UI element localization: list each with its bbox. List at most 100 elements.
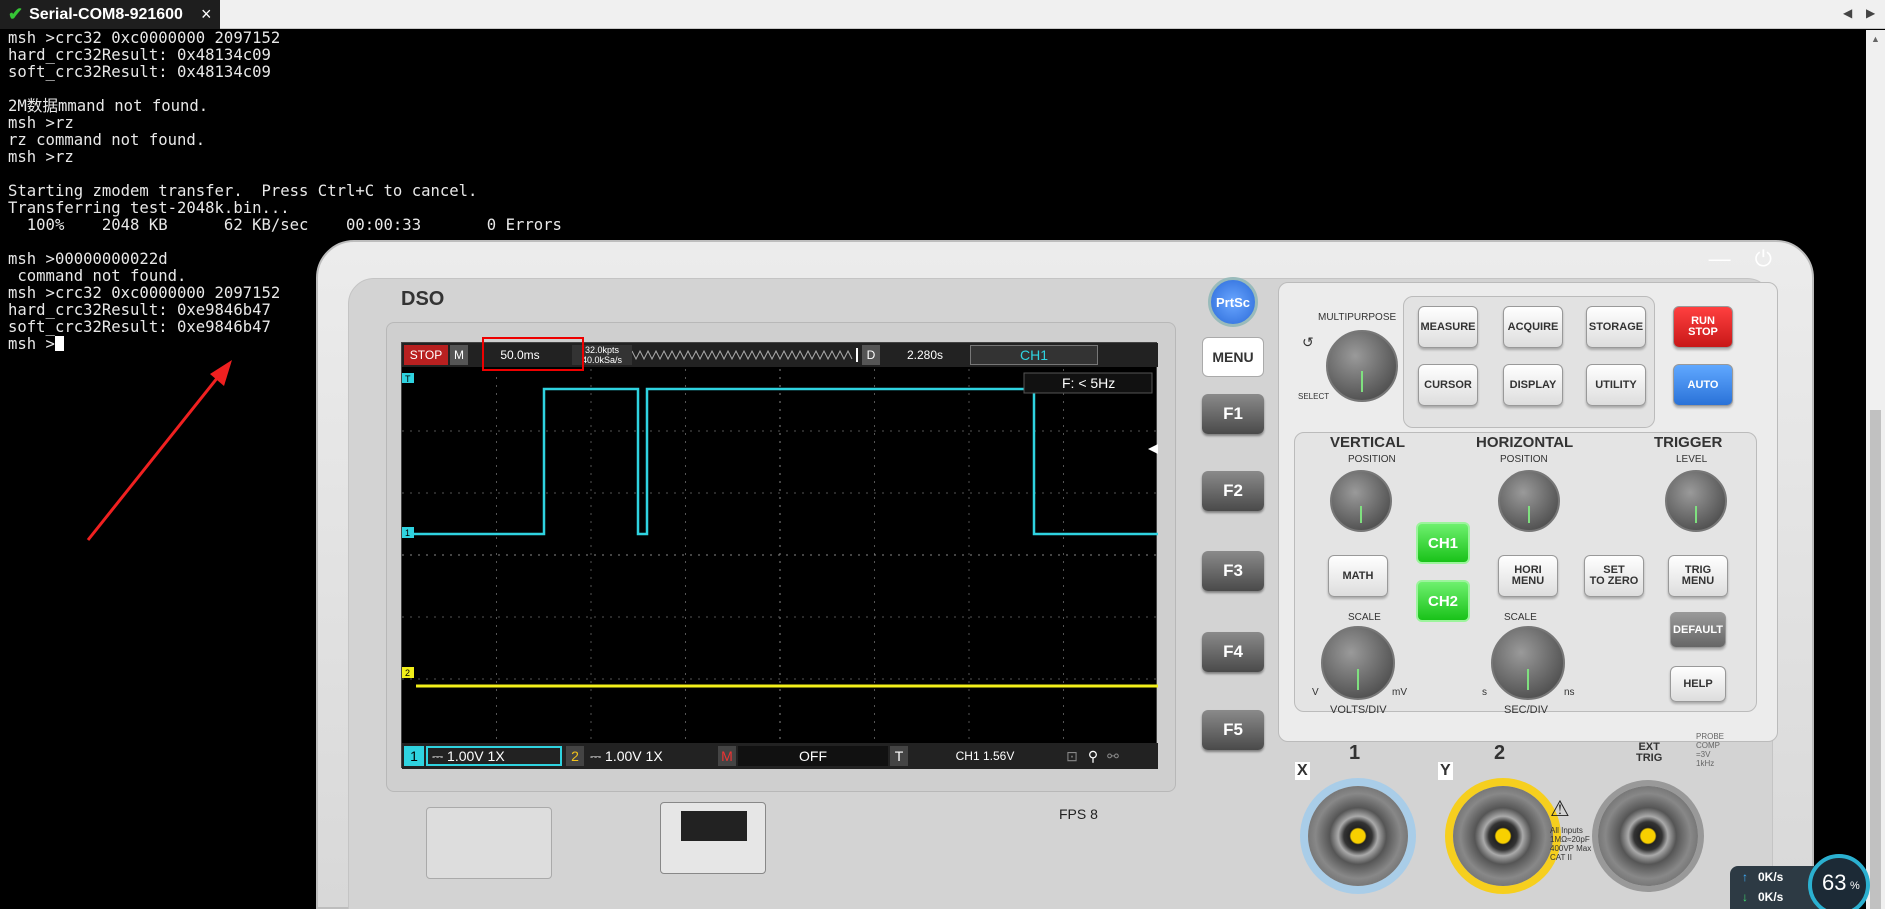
upload-speed: 0K/s (1758, 870, 1784, 884)
ch2-number: 2 (566, 746, 584, 766)
measure-button[interactable]: MEASURE (1418, 306, 1478, 348)
tab-title: Serial-COM8-921600 (29, 5, 183, 23)
math-state: OFF (738, 746, 888, 766)
scroll-up-icon[interactable]: ▲ (1871, 34, 1880, 44)
v-lo-label: V (1312, 687, 1319, 698)
f3-button[interactable]: F3 (1202, 551, 1264, 591)
f1-button[interactable]: F1 (1202, 394, 1264, 434)
hori-menu-button[interactable]: HORI MENU (1498, 555, 1558, 597)
run-state-badge: STOP (404, 345, 448, 365)
lock-icon: ⊡ (1066, 747, 1078, 764)
run-stop-button[interactable]: RUN STOP (1673, 306, 1733, 348)
v-position-knob[interactable] (1330, 470, 1392, 532)
ch2-marker: 2 (405, 668, 410, 678)
v-scale-label: SCALE (1348, 612, 1381, 623)
select-label: SELECT (1298, 392, 1330, 401)
sec-div-knob[interactable] (1491, 626, 1565, 700)
trigger-level-marker (1148, 444, 1158, 454)
red-highlight-box (482, 337, 584, 371)
connected-check-icon: ✔ (8, 4, 24, 24)
ch1-number: 1 (404, 746, 424, 766)
display-button[interactable]: DISPLAY (1503, 364, 1563, 406)
cpu-usage-value: 63 (1822, 870, 1847, 895)
terminal-scrollbar[interactable]: ▲ (1866, 30, 1885, 909)
v-hi-label: mV (1392, 687, 1407, 698)
input2-label: 2 (1494, 742, 1506, 764)
prtsc-button[interactable]: PrtSc (1208, 277, 1258, 327)
memory-depth: 32.0kpts (584, 345, 620, 355)
usb-port (660, 802, 766, 874)
sec-div-label: SEC/DIV (1504, 704, 1549, 716)
f4-button[interactable]: F4 (1202, 632, 1264, 672)
y-label: Y (1438, 762, 1453, 780)
download-speed: 0K/s (1758, 890, 1784, 904)
trigger-level-label: LEVEL (1676, 454, 1708, 465)
multipurpose-knob[interactable] (1326, 330, 1398, 402)
default-button[interactable]: DEFAULT (1670, 612, 1726, 648)
sample-rate: 40.0kSa/s (581, 355, 623, 365)
horizontal-heading: HORIZONTAL (1476, 434, 1574, 451)
ch1-input-bnc (1308, 786, 1408, 886)
ch1-waveform (414, 387, 1158, 536)
delay-badge: D (862, 345, 880, 365)
menu-button[interactable]: MENU (1202, 337, 1264, 377)
frequency-readout: F: < 5Hz (1062, 375, 1115, 391)
probe-comp-label: PROBE COMP =3V 1kHz (1696, 732, 1725, 768)
ext-trig-label: EXT TRIG (1636, 741, 1663, 764)
acquire-button[interactable]: ACQUIRE (1503, 306, 1563, 348)
cursor-button[interactable]: CURSOR (1418, 364, 1478, 406)
v-position-label: POSITION (1348, 454, 1396, 465)
trigger-badge: T (890, 746, 908, 766)
help-button[interactable]: HELP (1670, 666, 1726, 702)
ch2-setting: ⎓ 1.00V 1X (590, 747, 663, 764)
ch1-marker: 1 (405, 528, 410, 538)
x-label: X (1295, 762, 1310, 780)
ch1-setting: ⎓ 1.00V 1X (426, 746, 562, 766)
ch2-input-bnc (1453, 786, 1553, 886)
tab-next-icon[interactable]: ▶ (1866, 6, 1875, 20)
f2-button[interactable]: F2 (1202, 471, 1264, 511)
dso-window: — ⏻ DSO STOP M 50.0ms 32.0kpts 40.0kSa/s… (316, 240, 1814, 909)
trigger-marker: T (405, 374, 411, 384)
tab-serial-com8[interactable]: ✔ Serial-COM8-921600 × (0, 0, 220, 29)
cpu-usage-unit: % (1850, 880, 1860, 892)
minimize-icon[interactable]: — (1709, 246, 1731, 272)
utility-button[interactable]: UTILITY (1586, 364, 1646, 406)
scope-screen: STOP M 50.0ms 32.0kpts 40.0kSa/s D 2.280… (401, 337, 1158, 769)
volts-div-label: VOLTS/DIV (1330, 704, 1387, 716)
vertical-heading: VERTICAL (1330, 434, 1405, 451)
tab-close-icon[interactable]: × (201, 4, 212, 25)
set-to-zero-button[interactable]: SET TO ZERO (1584, 555, 1644, 597)
screen-bottom-status: 1 ⎓ 1.00V 1X 2 ⎓ 1.00V 1X M OFF T CH1 1.… (402, 743, 1158, 769)
warning-icon: ⚠ (1550, 796, 1570, 821)
math-button[interactable]: MATH (1328, 555, 1388, 597)
input1-label: 1 (1349, 742, 1361, 764)
volts-div-knob[interactable] (1321, 626, 1395, 700)
network-icon: ⚯ (1107, 747, 1119, 764)
ch2-button[interactable]: CH2 (1416, 580, 1470, 622)
trigger-level-knob[interactable] (1665, 470, 1727, 532)
mode-badge: M (450, 345, 468, 365)
f5-button[interactable]: F5 (1202, 710, 1264, 750)
trigger-heading: TRIGGER (1654, 434, 1723, 451)
trigger-info: CH1 1.56V (955, 749, 1015, 763)
scrollbar-thumb[interactable] (1870, 410, 1881, 909)
trig-menu-button[interactable]: TRIG MENU (1668, 555, 1728, 597)
tab-bar: ✔ Serial-COM8-921600 × ◀ ▶ (0, 0, 1885, 29)
math-badge: M (718, 746, 736, 766)
power-icon[interactable]: ⏻ (1755, 246, 1772, 272)
waveform-plot: T 1 2 F: < 5Hz (402, 369, 1158, 741)
ch1-button[interactable]: CH1 (1416, 522, 1470, 564)
h-position-knob[interactable] (1498, 470, 1560, 532)
usb-icon: ⚲ (1087, 747, 1099, 764)
auto-button[interactable]: AUTO (1673, 364, 1733, 406)
cpu-usage-gauge: 63 % (1808, 854, 1870, 909)
storage-button[interactable]: STORAGE (1586, 306, 1646, 348)
inputs-rating-note: All Inputs 1MΩ≈20pF 400VP Max CAT II (1550, 826, 1592, 862)
tab-prev-icon[interactable]: ◀ (1843, 6, 1852, 20)
dso-brand-label: DSO (401, 288, 445, 310)
red-arrow-annotation (86, 360, 232, 541)
multipurpose-label: MULTIPURPOSE (1318, 312, 1397, 323)
s-hi-label: ns (1564, 687, 1575, 698)
dso-window-controls: — ⏻ (1709, 246, 1772, 272)
